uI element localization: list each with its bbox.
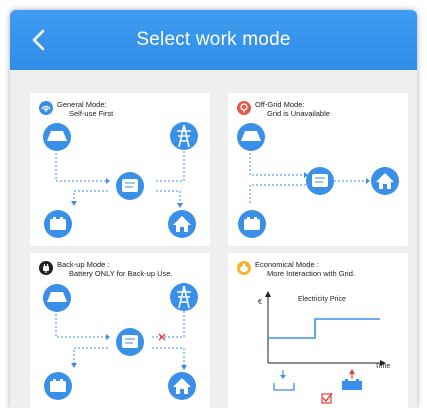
general-mode-card[interactable]: General Mode: Self-use First xyxy=(30,93,210,246)
app-screen: Select work mode General Mode: Self-use … xyxy=(10,10,417,408)
battery-icon xyxy=(44,210,72,238)
solar-panel-icon xyxy=(43,123,71,151)
backup-mode-card[interactable]: Back-up Mode : Battery ONLY for Back-up … xyxy=(30,253,210,408)
grid-tower-icon xyxy=(170,283,198,311)
home-icon xyxy=(168,210,196,238)
off-grid-mode-card[interactable]: Off-Grid Mode: Grid is Unavailable xyxy=(228,93,408,246)
inverter-icon xyxy=(116,328,144,356)
solar-panel-icon xyxy=(237,123,265,151)
backup-mode-diagram xyxy=(43,283,198,400)
price-line xyxy=(268,318,380,339)
inverter-icon xyxy=(116,172,144,200)
selected-checkbox-icon xyxy=(321,392,333,404)
economical-mode-chart: Electricity Price € Time xyxy=(258,291,390,404)
home-icon xyxy=(168,372,196,400)
y-axis-label: € xyxy=(258,299,262,306)
solar-panel-icon xyxy=(43,284,71,312)
chart-title: Electricity Price xyxy=(298,296,346,303)
page-title: Select work mode xyxy=(136,29,291,50)
home-icon xyxy=(371,167,399,195)
battery-discharge-icon xyxy=(342,369,362,390)
economical-mode-card[interactable]: Economical Mode : More Interaction with … xyxy=(228,253,408,408)
header-bar: Select work mode xyxy=(10,10,417,70)
battery-icon xyxy=(44,372,72,400)
battery-charge-icon xyxy=(273,370,295,391)
off-grid-mode-diagram xyxy=(237,123,399,238)
back-button[interactable] xyxy=(28,27,52,53)
general-mode-diagram xyxy=(43,122,198,238)
back-chevron-icon xyxy=(32,29,45,51)
grid-tower-icon xyxy=(170,122,198,150)
inverter-icon xyxy=(306,167,334,195)
battery-icon xyxy=(238,210,266,238)
